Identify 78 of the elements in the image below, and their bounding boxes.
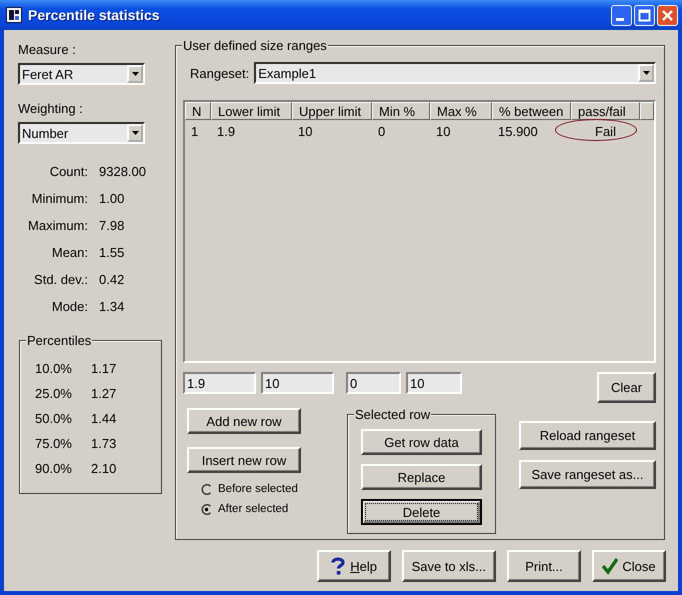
table-cell-text: 15.900	[497, 123, 539, 140]
percentile-value: 2.10	[91, 461, 118, 476]
stat-value: 0.42	[99, 272, 126, 287]
dialog-button[interactable]: Close	[592, 550, 666, 582]
dialog-button[interactable]: Print...	[507, 550, 581, 582]
rangeset-dropdown[interactable]: Example1	[254, 62, 656, 84]
field-label: Weighting :	[18, 101, 84, 116]
column-header: % between	[492, 102, 571, 120]
input-field[interactable]: 0	[346, 372, 401, 394]
dropdown-arrow-icon	[130, 129, 140, 137]
input-field[interactable]: 1.9	[183, 372, 256, 394]
percentile-value: 1.73	[91, 436, 118, 451]
app-icon	[6, 7, 22, 23]
checkmark-icon	[602, 557, 618, 575]
field-label: Measure :	[18, 42, 77, 57]
column-header: Lower limit	[211, 102, 292, 120]
column-header: pass/fail	[571, 102, 640, 120]
percentile-label: 10.0%	[35, 361, 73, 376]
stat-label: Maximum:	[27, 218, 88, 233]
stat-value: 7.98	[99, 218, 126, 233]
window-title: Percentile statistics	[28, 7, 161, 23]
stat-label: Std. dev.:	[33, 272, 88, 287]
group-title: Selected row	[354, 407, 432, 422]
dropdown-arrow-icon	[642, 69, 650, 77]
column-header: N	[185, 102, 211, 120]
stat-value: 1.00	[99, 191, 126, 206]
table-cell-text: 10	[435, 123, 452, 140]
row-action-button[interactable]: Get row data	[361, 429, 482, 455]
table-cell-text: 0	[377, 123, 386, 140]
percentile-value: 1.27	[91, 386, 118, 401]
input-field[interactable]: 10	[261, 372, 334, 394]
table-cell: Fail	[595, 124, 616, 140]
field-label: Rangeset:	[190, 66, 250, 80]
stat-label: Mean:	[50, 245, 88, 260]
dialog-button[interactable]: Save to xls...	[402, 550, 496, 582]
clear-button[interactable]: Clear	[597, 372, 656, 403]
rangeset-button[interactable]: Reload rangeset	[519, 421, 656, 450]
row-action-button[interactable]: Replace	[361, 464, 482, 490]
question-mark-icon	[330, 557, 346, 575]
row-button[interactable]: Insert new row	[187, 447, 301, 473]
percentile-label: 50.0%	[35, 411, 73, 426]
stat-label: Count:	[48, 164, 88, 179]
group-title: Percentiles	[26, 333, 92, 348]
table-cell-text: 1.9	[216, 123, 236, 140]
maximize-button[interactable]	[634, 4, 655, 26]
weighting-dropdown[interactable]: Number	[18, 122, 145, 144]
stat-value: 9328.00	[99, 164, 147, 179]
row-action-button[interactable]: Delete	[361, 499, 482, 525]
measure-dropdown[interactable]: Feret AR	[18, 63, 145, 85]
dropdown-arrow-icon	[130, 70, 140, 78]
rangeset-button[interactable]: Save rangeset as...	[519, 460, 656, 489]
dialog-button[interactable]: Help	[316, 550, 391, 582]
minimize-icon	[616, 18, 624, 21]
stat-value: 1.55	[99, 245, 126, 260]
percentile-label: 25.0%	[35, 386, 73, 401]
column-header: Max %	[430, 102, 492, 120]
close-icon	[661, 8, 674, 22]
percentile-value: 1.44	[91, 411, 118, 426]
radio-option[interactable]: After selected	[201, 503, 347, 515]
table-cell-text: 10	[297, 123, 314, 140]
maximize-icon	[638, 8, 651, 22]
minimize-button[interactable]	[611, 4, 632, 26]
radio-button[interactable]	[201, 484, 212, 494]
stat-label: Mode:	[50, 299, 88, 314]
radio-option[interactable]: Before selected	[201, 483, 347, 495]
table-cell-text: 1	[190, 123, 200, 140]
column-header: Upper limit	[292, 102, 372, 120]
percentile-label: 75.0%	[35, 436, 73, 451]
radio-button[interactable]	[201, 504, 212, 514]
close-button[interactable]	[657, 4, 678, 26]
group-title: User defined size ranges	[182, 38, 328, 53]
stat-label: Minimum:	[30, 191, 88, 206]
stat-value: 1.34	[99, 299, 126, 314]
percentile-label: 90.0%	[35, 461, 73, 476]
row-button[interactable]: Add new row	[187, 408, 301, 434]
column-header: Min %	[372, 102, 430, 120]
input-field[interactable]: 10	[406, 372, 462, 394]
percentile-value: 1.17	[91, 361, 118, 376]
